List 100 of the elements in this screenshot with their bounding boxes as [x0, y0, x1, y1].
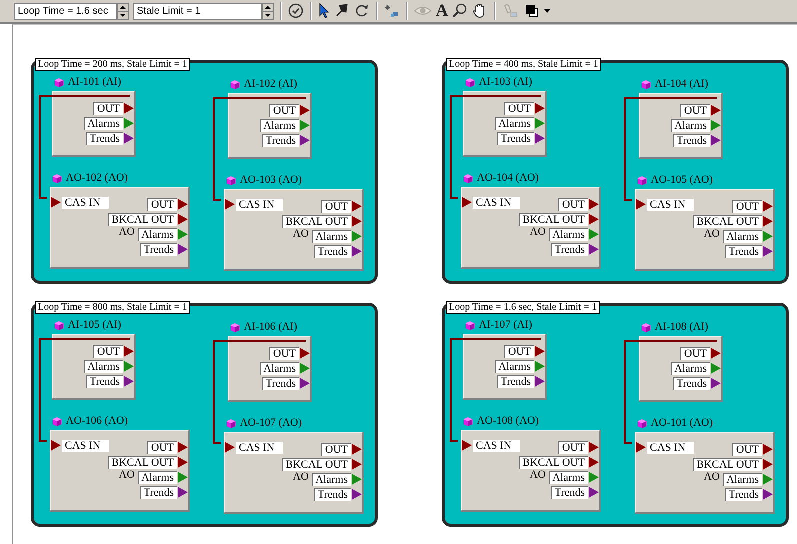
function-block[interactable]: CAS IN AO OUT BKCAL OUT Alarms Trends [224, 189, 364, 271]
function-block[interactable]: CAS IN AO OUT BKCAL OUT Alarms Trends [224, 432, 364, 514]
pointer-icon[interactable] [318, 3, 330, 19]
port-label[interactable]: Trends [672, 377, 710, 390]
port-label[interactable]: OUT [147, 198, 177, 211]
port-label[interactable]: Alarms [494, 117, 534, 130]
port-label[interactable]: Trends [496, 132, 534, 145]
port-label[interactable]: Trends [262, 377, 299, 390]
port-label[interactable]: BKCAL OUT [692, 458, 762, 471]
function-block[interactable]: OUT Alarms Trends [228, 93, 312, 159]
caret-icon[interactable] [544, 8, 552, 14]
port-label[interactable]: Trends [550, 486, 588, 499]
port-label[interactable]: OUT [732, 200, 762, 213]
port-label[interactable]: OUT [680, 347, 710, 360]
port-label[interactable]: Trends [724, 245, 762, 258]
function-block[interactable]: CAS IN AO OUT BKCAL OUT Alarms Trends [50, 430, 190, 512]
block-title: AO-104 (AO) [477, 172, 540, 185]
port-label[interactable]: Trends [314, 488, 351, 501]
port-label[interactable]: Alarms [84, 360, 123, 373]
port-label[interactable]: OUT [504, 345, 534, 358]
port-label[interactable]: OUT [93, 345, 123, 358]
port-label[interactable]: OUT [321, 443, 351, 456]
port-label[interactable]: Alarms [138, 471, 177, 484]
port-label[interactable]: CAS IN [647, 442, 694, 454]
port-label[interactable]: Alarms [260, 119, 299, 132]
cube-icon [637, 418, 647, 428]
port-label[interactable]: OUT [147, 441, 177, 454]
port-label[interactable]: OUT [504, 102, 534, 115]
port-label[interactable]: OUT [558, 441, 588, 454]
port-label[interactable]: Trends [86, 375, 123, 388]
port-label[interactable]: BKCAL OUT [108, 213, 177, 226]
port-label[interactable]: Trends [724, 488, 762, 501]
port-label[interactable]: OUT [732, 443, 762, 456]
sparkle-icon[interactable] [384, 3, 400, 19]
port-label[interactable]: OUT [269, 104, 299, 117]
port-label[interactable]: BKCAL OUT [518, 456, 588, 469]
stale-limit-field[interactable]: Stale Limit = 1 [133, 2, 262, 20]
function-block[interactable]: OUT Alarms Trends [52, 91, 136, 157]
function-block[interactable]: CAS IN AO OUT BKCAL OUT Alarms Trends [461, 187, 601, 269]
group-label: Loop Time = 1.6 sec, Stale Limit = 1 [446, 301, 600, 314]
function-block[interactable]: CAS IN AO OUT BKCAL OUT Alarms Trends [461, 430, 601, 512]
port-label[interactable]: Trends [86, 132, 123, 145]
port-label[interactable]: Alarms [722, 473, 762, 486]
port-label[interactable]: OUT [93, 102, 123, 115]
port-label[interactable]: Alarms [312, 473, 351, 486]
port-label[interactable]: Trends [262, 134, 299, 147]
function-block[interactable]: OUT Alarms Trends [463, 334, 547, 400]
function-block[interactable]: OUT Alarms Trends [463, 91, 547, 157]
port-label[interactable]: Alarms [722, 230, 762, 243]
text-icon[interactable]: A [436, 3, 448, 19]
port-label[interactable]: CAS IN [473, 196, 520, 208]
loop-time-field[interactable]: Loop Time = 1.6 sec [14, 2, 117, 20]
port-label[interactable]: Alarms [548, 228, 588, 241]
port-label[interactable]: Trends [550, 243, 588, 256]
port-label[interactable]: OUT [269, 347, 299, 360]
port-label[interactable]: Trends [140, 243, 177, 256]
function-block[interactable]: CAS IN AO OUT BKCAL OUT Alarms Trends [50, 187, 190, 269]
spin-button[interactable] [262, 2, 274, 20]
function-block[interactable]: OUT Alarms Trends [639, 93, 723, 159]
port-label[interactable]: CAS IN [236, 442, 283, 454]
fill-color-icon[interactable] [524, 3, 540, 19]
port-label[interactable]: Alarms [138, 228, 177, 241]
block-title: AO-107 (AO) [240, 417, 302, 430]
port-label[interactable]: Alarms [494, 360, 534, 373]
port-label[interactable]: BKCAL OUT [518, 213, 588, 226]
port-label[interactable]: Alarms [84, 117, 123, 130]
port-label[interactable]: OUT [680, 104, 710, 117]
port-label[interactable]: OUT [321, 200, 351, 213]
spin-button[interactable] [117, 2, 129, 20]
port-label[interactable]: Trends [314, 245, 351, 258]
port-label[interactable]: BKCAL OUT [282, 458, 351, 471]
zoom-icon[interactable] [452, 3, 468, 19]
cube-icon [637, 176, 647, 186]
port-label[interactable]: Alarms [260, 362, 299, 375]
port-label[interactable]: Trends [496, 375, 534, 388]
function-block[interactable]: OUT Alarms Trends [228, 336, 312, 402]
function-block[interactable]: CAS IN AO OUT BKCAL OUT Alarms Trends [635, 432, 775, 514]
block-type-label: AO [704, 228, 720, 240]
port-label[interactable]: Trends [672, 134, 710, 147]
function-block[interactable]: OUT Alarms Trends [639, 336, 723, 402]
port-label[interactable]: CAS IN [647, 198, 694, 210]
port-label[interactable]: CAS IN [62, 440, 109, 452]
port-label[interactable]: Alarms [670, 119, 710, 132]
function-block[interactable]: OUT Alarms Trends [52, 334, 136, 400]
port-label[interactable]: CAS IN [236, 198, 283, 210]
check-icon[interactable] [288, 3, 304, 19]
port-label[interactable]: Alarms [548, 471, 588, 484]
port-label[interactable]: BKCAL OUT [692, 215, 762, 228]
port-label[interactable]: CAS IN [473, 440, 520, 452]
port-label[interactable]: Alarms [312, 230, 351, 243]
port-label[interactable]: OUT [558, 198, 588, 211]
port-label[interactable]: Alarms [670, 362, 710, 375]
group-label: Loop Time = 400 ms, Stale Limit = 1 [446, 58, 602, 71]
connector-icon[interactable] [334, 3, 350, 19]
port-label[interactable]: BKCAL OUT [108, 456, 177, 469]
rotate-icon[interactable] [354, 3, 370, 19]
port-label[interactable]: Trends [140, 486, 177, 499]
function-block[interactable]: CAS IN AO OUT BKCAL OUT Alarms Trends [635, 189, 775, 271]
port-label[interactable]: BKCAL OUT [282, 215, 351, 228]
port-label[interactable]: CAS IN [62, 196, 109, 208]
